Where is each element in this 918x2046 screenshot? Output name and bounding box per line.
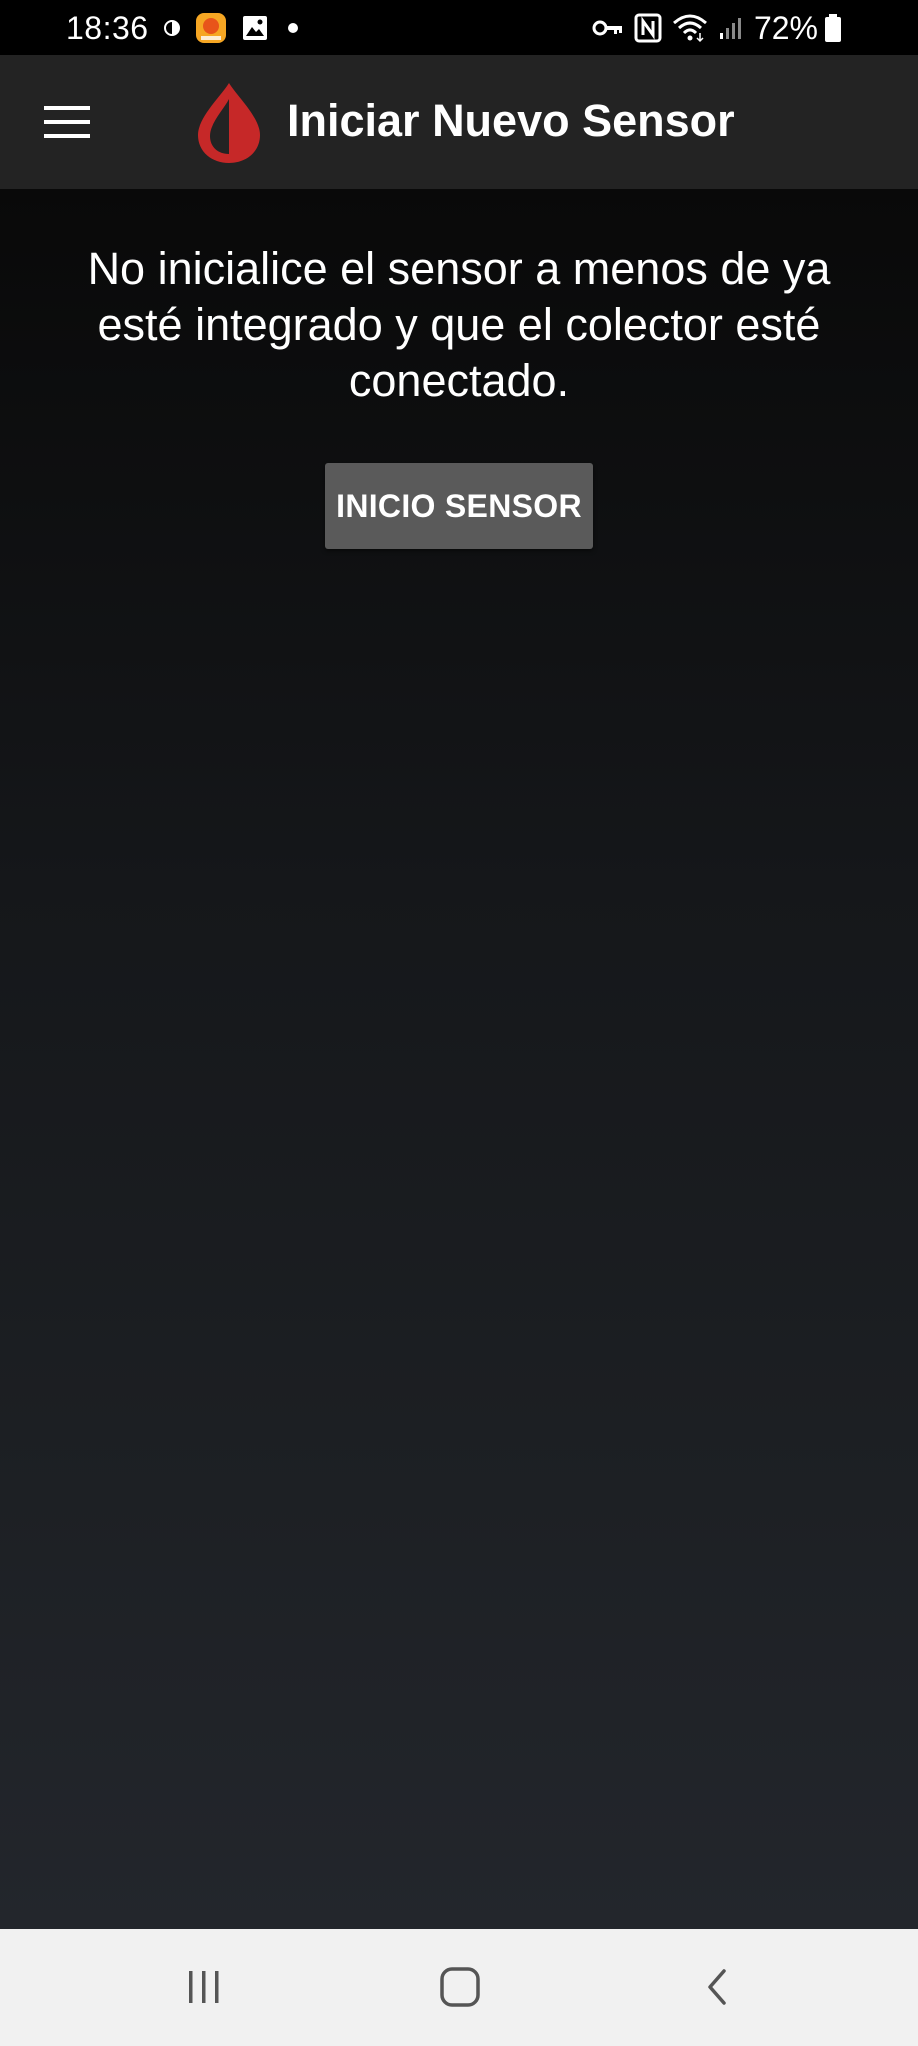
blood-drop-logo-icon — [192, 81, 266, 165]
status-left: 18:36 — [66, 8, 303, 48]
wifi-icon — [672, 13, 708, 43]
main-content: No inicialice el sensor a menos de ya es… — [0, 189, 918, 1929]
nfc-icon — [634, 13, 662, 43]
status-right: 72% — [592, 8, 852, 48]
system-nav-bar — [0, 1929, 918, 2046]
app-bar: Iniciar Nuevo Sensor — [0, 55, 918, 189]
contrast-icon — [163, 19, 181, 37]
gallery-icon — [241, 14, 269, 42]
battery-percent: 72% — [753, 9, 818, 46]
app-notification-icon — [195, 12, 227, 44]
recents-icon[interactable] — [164, 1957, 244, 2017]
page-title: Iniciar Nuevo Sensor — [287, 95, 735, 146]
hamburger-menu-icon[interactable] — [36, 92, 98, 152]
start-sensor-button[interactable]: INICIO SENSOR — [325, 463, 593, 549]
signal-icon — [718, 15, 744, 41]
battery-icon — [824, 13, 842, 43]
status-bar: 18:36 72% — [0, 0, 918, 55]
back-icon[interactable] — [678, 1957, 758, 2017]
status-time: 18:36 — [66, 9, 149, 46]
vpn-key-icon — [592, 18, 624, 38]
dot-icon — [283, 18, 303, 38]
home-icon[interactable] — [420, 1957, 500, 2017]
sensor-warning-message: No inicialice el sensor a menos de ya es… — [87, 243, 831, 406]
